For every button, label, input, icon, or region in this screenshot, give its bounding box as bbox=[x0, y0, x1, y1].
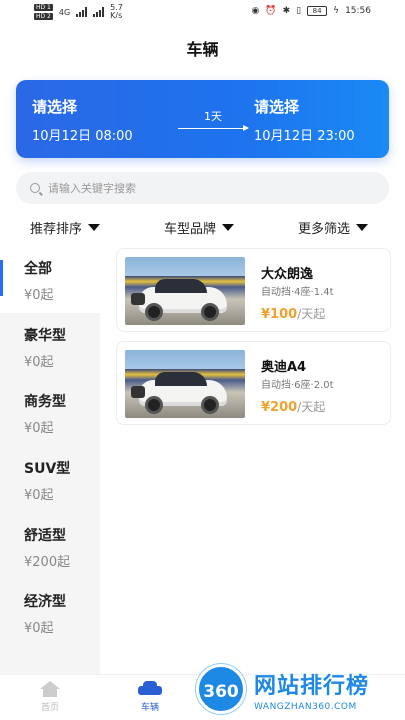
caret-down-icon bbox=[356, 224, 369, 231]
category-price: ¥0起 bbox=[24, 288, 54, 303]
end-label: 请选择 bbox=[254, 98, 300, 116]
watermark-text: 网站排行榜 bbox=[254, 674, 370, 699]
car-price: ¥200/天起 bbox=[261, 398, 325, 415]
car-photo bbox=[125, 350, 245, 418]
sim-indicators: HD 1 HD 2 bbox=[34, 4, 53, 20]
end-date-picker[interactable]: 请选择 10月12日 23:00 bbox=[254, 96, 355, 144]
category-name: 经济型 bbox=[24, 594, 66, 611]
category-suv[interactable]: SUV型 ¥0起 bbox=[0, 446, 100, 513]
bluetooth-icon: ✱ bbox=[282, 6, 291, 16]
start-label: 请选择 bbox=[32, 98, 78, 116]
status-bar: HD 1 HD 2 4G 5.7 K/s ◉ ⏰ ✱ ▯ 84 ϟ 15:56 bbox=[0, 0, 405, 28]
car-name: 大众朗逸 bbox=[261, 267, 314, 282]
watermark-logo: 360 bbox=[196, 664, 246, 714]
category-name: 舒适型 bbox=[24, 527, 66, 544]
price-amount: ¥200 bbox=[261, 400, 298, 415]
price-unit: /天起 bbox=[297, 400, 326, 414]
search-icon bbox=[30, 183, 40, 193]
category-sidebar: 全部 ¥0起 豪华型 ¥0起 商务型 ¥0起 SUV型 ¥0起 舒适型 ¥200… bbox=[0, 246, 100, 674]
battery-icon: 84 bbox=[307, 6, 328, 16]
category-name: 全部 bbox=[24, 261, 52, 277]
signal2-icon bbox=[93, 7, 105, 17]
home-icon bbox=[40, 681, 60, 697]
start-datetime: 10月12日 08:00 bbox=[32, 129, 133, 144]
sim1-label: HD 1 bbox=[34, 4, 53, 11]
end-datetime: 10月12日 23:00 bbox=[254, 129, 355, 144]
page-title: 车辆 bbox=[186, 40, 219, 59]
clock: 15:56 bbox=[345, 6, 371, 16]
category-price: ¥0起 bbox=[24, 621, 54, 637]
date-range-card: 请选择 10月12日 08:00 1天 请选择 10月12日 23:00 bbox=[16, 80, 389, 158]
category-name: SUV型 bbox=[24, 461, 71, 478]
arrow-right-icon bbox=[178, 125, 249, 131]
category-all[interactable]: 全部 ¥0起 bbox=[0, 246, 100, 313]
category-business[interactable]: 商务型 ¥0起 bbox=[0, 379, 100, 446]
caret-down-icon bbox=[222, 224, 235, 231]
search-input[interactable] bbox=[48, 181, 368, 195]
search-bar[interactable] bbox=[16, 172, 389, 204]
tab-home[interactable]: 首页 bbox=[20, 681, 80, 713]
car-spec: 自动挡·4座·1.4t bbox=[261, 287, 334, 298]
signal-icon bbox=[76, 7, 88, 17]
sim2-label: HD 2 bbox=[34, 13, 53, 20]
category-price: ¥200起 bbox=[24, 554, 71, 570]
price-unit: /天起 bbox=[297, 307, 326, 321]
category-name: 商务型 bbox=[24, 394, 66, 411]
tab-home-label: 首页 bbox=[40, 703, 59, 713]
filter-bar: 推荐排序 车型品牌 更多筛选 bbox=[0, 218, 405, 237]
category-price: ¥0起 bbox=[24, 354, 54, 370]
start-date-picker[interactable]: 请选择 10月12日 08:00 bbox=[32, 96, 133, 144]
charging-icon: ϟ bbox=[333, 6, 340, 16]
category-price: ¥0起 bbox=[24, 488, 54, 504]
tab-vehicles-label: 车辆 bbox=[140, 703, 159, 713]
car-card[interactable]: 奥迪A4 自动挡·6座·2.0t ¥200/天起 bbox=[116, 341, 391, 425]
car-photo bbox=[125, 257, 245, 325]
category-price: ¥0起 bbox=[24, 421, 54, 437]
car-price: ¥100/天起 bbox=[261, 305, 325, 322]
vibrate-icon: ▯ bbox=[296, 6, 302, 16]
category-name: 豪华型 bbox=[24, 327, 66, 344]
category-economy[interactable]: 经济型 ¥0起 bbox=[0, 579, 100, 646]
tab-vehicles[interactable]: 车辆 bbox=[120, 681, 180, 713]
eye-icon: ◉ bbox=[251, 6, 260, 16]
brand-filter-label: 车型品牌 bbox=[164, 222, 217, 237]
car-spec: 自动挡·6座·2.0t bbox=[261, 380, 334, 391]
alarm-icon: ⏰ bbox=[265, 6, 277, 16]
category-comfort[interactable]: 舒适型 ¥200起 bbox=[0, 513, 100, 580]
more-filter-label: 更多筛选 bbox=[298, 222, 351, 237]
brand-filter[interactable]: 车型品牌 bbox=[164, 218, 235, 237]
sort-filter[interactable]: 推荐排序 bbox=[30, 218, 101, 237]
net-speed-unit: K/s bbox=[110, 11, 123, 20]
network-label: 4G bbox=[58, 7, 71, 17]
duration-label: 1天 bbox=[204, 110, 222, 123]
car-icon bbox=[138, 681, 162, 697]
watermark: 360 网站排行榜 WANGZHAN360.COM bbox=[196, 660, 405, 720]
car-card[interactable]: 大众朗逸 自动挡·4座·1.4t ¥100/天起 bbox=[116, 248, 391, 332]
sort-filter-label: 推荐排序 bbox=[30, 222, 83, 237]
watermark-url: WANGZHAN360.COM bbox=[254, 702, 357, 712]
caret-down-icon bbox=[88, 224, 101, 231]
price-amount: ¥100 bbox=[261, 307, 298, 322]
category-luxury[interactable]: 豪华型 ¥0起 bbox=[0, 313, 100, 380]
more-filter[interactable]: 更多筛选 bbox=[298, 218, 369, 237]
car-name: 奥迪A4 bbox=[261, 360, 307, 375]
rental-duration: 1天 bbox=[178, 108, 249, 131]
